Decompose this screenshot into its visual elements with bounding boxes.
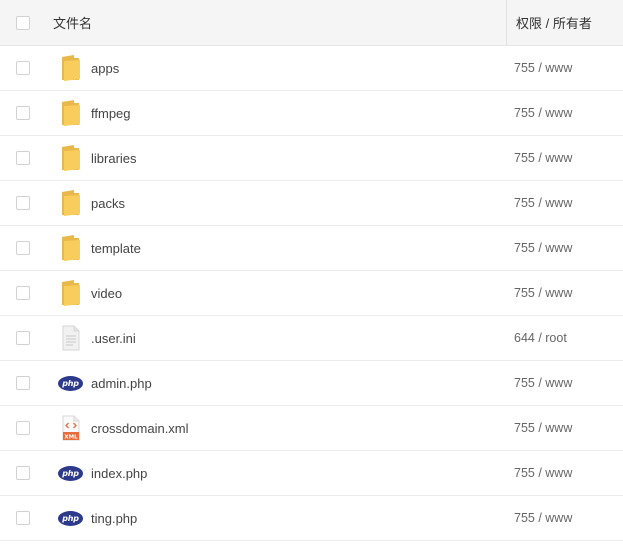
row-checkbox[interactable] — [16, 331, 30, 345]
file-name[interactable]: admin.php — [91, 376, 491, 391]
file-row[interactable]: .user.ini 644 / root — [0, 316, 623, 361]
select-all-checkbox[interactable] — [16, 15, 30, 30]
row-checkbox[interactable] — [16, 196, 30, 210]
file-permission[interactable]: 755 / www — [514, 61, 572, 75]
row-checkbox[interactable] — [16, 511, 30, 525]
folder-icon — [48, 91, 91, 136]
select-all-cell — [0, 15, 48, 30]
file-row[interactable]: ffmpeg 755 / www — [0, 91, 623, 136]
file-permission[interactable]: 755 / www — [514, 196, 572, 210]
file-permission[interactable]: 755 / www — [514, 421, 572, 435]
file-name[interactable]: apps — [91, 61, 491, 76]
php-badge: php — [58, 375, 83, 391]
folder-icon — [48, 271, 91, 316]
file-row[interactable]: packs 755 / www — [0, 181, 623, 226]
file-name[interactable]: .user.ini — [91, 331, 491, 346]
file-permission[interactable]: 755 / www — [514, 286, 572, 300]
file-name[interactable]: packs — [91, 196, 491, 211]
php-badge: php — [58, 510, 83, 526]
filename-column-header[interactable]: 文件名 — [48, 13, 511, 32]
file-permission[interactable]: 755 / www — [514, 466, 572, 480]
file-row[interactable]: apps 755 / www — [0, 46, 623, 91]
file-name[interactable]: index.php — [91, 466, 491, 481]
file-row[interactable]: php index.php 755 / www — [0, 451, 623, 496]
file-row[interactable]: php admin.php 755 / www — [0, 361, 623, 406]
file-permission[interactable]: 644 / root — [514, 331, 567, 345]
text-file-icon — [48, 316, 91, 361]
file-permission[interactable]: 755 / www — [514, 241, 572, 255]
row-checkbox[interactable] — [16, 466, 30, 480]
php-file-icon: php — [48, 451, 91, 496]
row-checkbox[interactable] — [16, 421, 30, 435]
file-row[interactable]: XML crossdomain.xml 755 / www — [0, 406, 623, 451]
row-checkbox[interactable] — [16, 61, 30, 75]
xml-file-icon: XML — [48, 406, 91, 451]
file-permission[interactable]: 755 / www — [514, 376, 572, 390]
php-file-icon: php — [48, 496, 91, 541]
file-row[interactable]: video 755 / www — [0, 271, 623, 316]
row-checkbox[interactable] — [16, 106, 30, 120]
folder-icon — [48, 46, 91, 91]
file-row[interactable]: template 755 / www — [0, 226, 623, 271]
row-checkbox[interactable] — [16, 241, 30, 255]
file-permission[interactable]: 755 / www — [514, 511, 572, 525]
folder-icon — [48, 136, 91, 181]
file-row[interactable]: php ting.php 755 / www — [0, 496, 623, 541]
file-table: 文件名 权限 / 所有者 apps 755 / www ffmpeg 755 /… — [0, 0, 623, 541]
row-checkbox[interactable] — [16, 376, 30, 390]
file-name[interactable]: libraries — [91, 151, 491, 166]
file-name[interactable]: crossdomain.xml — [91, 421, 491, 436]
file-name[interactable]: ffmpeg — [91, 106, 491, 121]
svg-text:XML: XML — [64, 435, 78, 441]
file-row[interactable]: libraries 755 / www — [0, 136, 623, 181]
file-name[interactable]: video — [91, 286, 491, 301]
folder-icon — [48, 226, 91, 271]
folder-icon — [48, 181, 91, 226]
permission-column-header[interactable]: 权限 / 所有者 — [506, 0, 592, 45]
php-file-icon: php — [48, 361, 91, 406]
file-name[interactable]: template — [91, 241, 491, 256]
file-name[interactable]: ting.php — [91, 511, 491, 526]
file-permission[interactable]: 755 / www — [514, 106, 572, 120]
table-header: 文件名 权限 / 所有者 — [0, 0, 623, 46]
file-permission[interactable]: 755 / www — [514, 151, 572, 165]
php-badge: php — [58, 465, 83, 481]
row-checkbox[interactable] — [16, 286, 30, 300]
row-checkbox[interactable] — [16, 151, 30, 165]
